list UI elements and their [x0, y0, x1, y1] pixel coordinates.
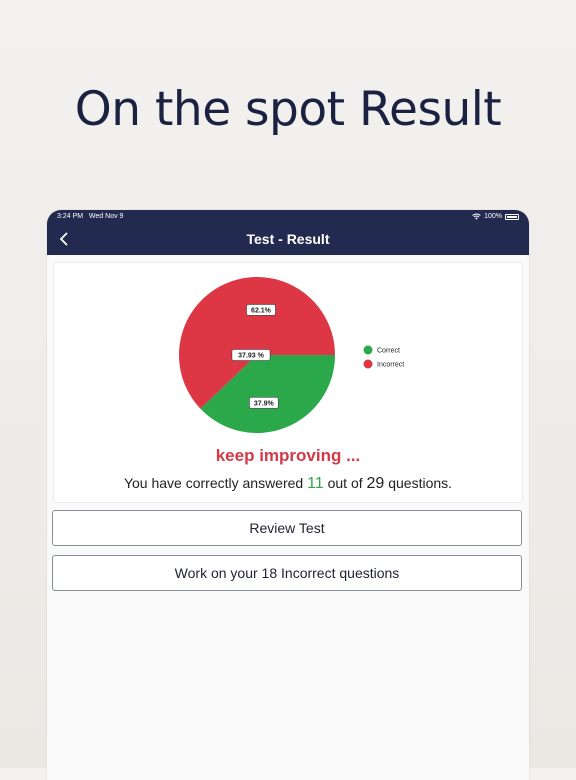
pie-label-correct-text: 37.9%	[254, 400, 275, 407]
result-message: keep improving ...	[215, 446, 361, 465]
battery-percent: 100%	[484, 213, 502, 220]
status-time: 3:24 PM	[57, 213, 84, 220]
answer-middle: out of	[323, 475, 367, 491]
battery-icon	[505, 213, 519, 220]
review-test-button[interactable]: Review Test	[52, 510, 522, 546]
correct-count: 11	[307, 475, 324, 492]
answer-suffix: questions.	[384, 475, 453, 491]
pie-label-correct: 37.9%	[249, 397, 279, 409]
pie-center-label: 37.93 %	[231, 349, 271, 361]
status-bar: 3:24 PM Wed Nov 9 100%	[47, 210, 529, 223]
answer-prefix: You have correctly answered	[123, 475, 308, 491]
total-count: 29	[366, 475, 385, 492]
chevron-left-icon	[59, 232, 67, 246]
legend-dot-correct	[363, 345, 373, 355]
device-frame: 3:24 PM Wed Nov 9 100% Test - Result 62.…	[47, 210, 529, 780]
status-right: 100%	[472, 213, 519, 220]
legend-dot-incorrect	[363, 359, 373, 369]
status-date: Wed Nov 9	[88, 213, 124, 220]
answer-summary: You have correctly answered 11 out of 29…	[54, 475, 522, 493]
pie-label-incorrect: 62.1%	[246, 304, 276, 316]
nav-title: Test - Result	[246, 231, 330, 247]
legend-label-incorrect: Incorrect	[377, 362, 404, 369]
back-button[interactable]	[55, 230, 71, 248]
status-left: 3:24 PM Wed Nov 9	[57, 213, 123, 220]
pie-label-incorrect-text: 62.1%	[251, 307, 272, 314]
pie-chart: 62.1% 37.9% 37.93 % Correct Incorrect	[179, 277, 404, 433]
pie-center-label-text: 37.93 %	[238, 353, 264, 360]
work-incorrect-button[interactable]: Work on your 18 Incorrect questions	[52, 555, 522, 591]
legend-label-correct: Correct	[377, 348, 400, 355]
headline: On the spot Result	[74, 82, 502, 137]
wifi-icon	[472, 213, 481, 220]
result-card: 62.1% 37.9% 37.93 % Correct Incorrect keep i…	[53, 262, 523, 503]
nav-bar: Test - Result	[47, 223, 529, 255]
